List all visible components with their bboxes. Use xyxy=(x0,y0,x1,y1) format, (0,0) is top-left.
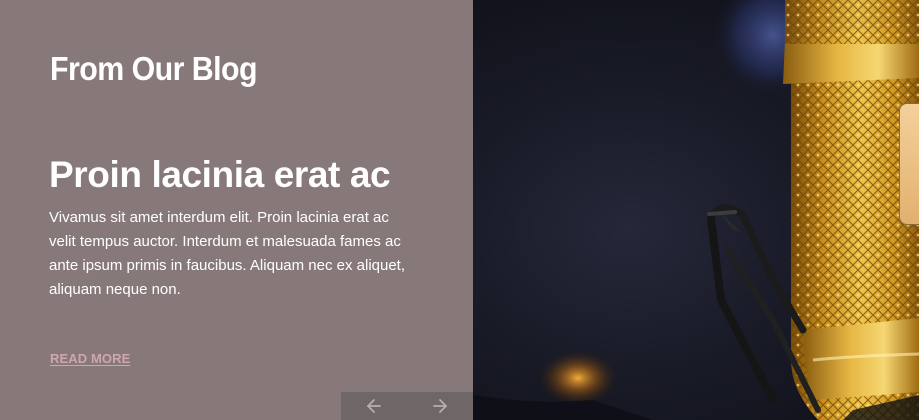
post-title[interactable]: Proin lacinia erat ac xyxy=(49,150,391,200)
microphone-illustration xyxy=(473,0,919,420)
prev-slide-button[interactable] xyxy=(341,392,407,420)
section-title: From Our Blog xyxy=(50,50,258,87)
read-more-link[interactable]: READ MORE xyxy=(50,350,130,368)
next-slide-button[interactable] xyxy=(407,392,473,420)
post-excerpt: Vivamus sit amet interdum elit. Proin la… xyxy=(49,209,406,298)
blog-panel: From Our Blog Proin lacinia erat ac Viva… xyxy=(0,0,473,420)
side-panel-tab[interactable] xyxy=(899,103,919,225)
microphone-photo xyxy=(473,0,919,420)
slider-nav xyxy=(341,392,473,420)
arrow-right-icon xyxy=(431,397,449,415)
arrow-left-icon xyxy=(365,397,383,415)
